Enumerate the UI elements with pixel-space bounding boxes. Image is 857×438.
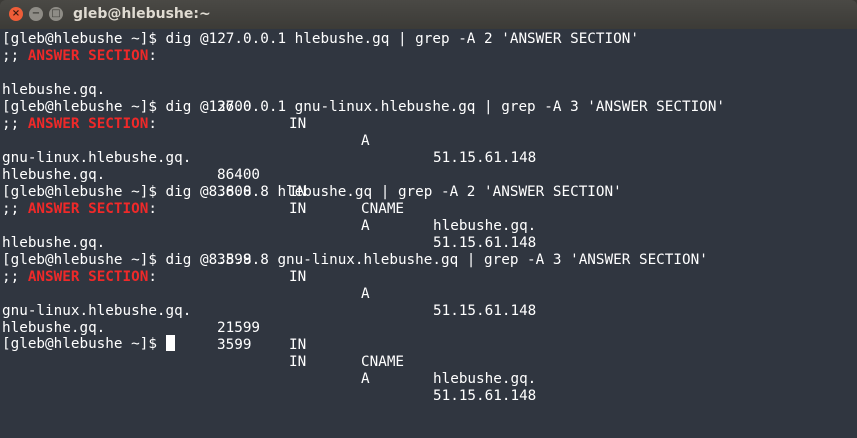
record-value: 51.15.61.148 (433, 303, 537, 319)
dns-record: hlebushe.gq. 3599 IN A 51.15.61.148 (2, 218, 536, 319)
comment-prefix: ;; (2, 48, 28, 64)
prompt: [gleb@hlebushe ~]$ (2, 31, 157, 47)
comment-prefix: ;; (2, 201, 28, 217)
dns-record: hlebushe.gq. 3600 IN A 51.15.61.148 (2, 65, 536, 166)
command-line: [gleb@hlebushe ~]$ dig @8.8.8.8 gnu-linu… (2, 252, 708, 269)
maximize-icon[interactable]: □ (49, 7, 63, 21)
title-bar[interactable]: × − □ gleb@hlebushe:~ (0, 0, 857, 29)
record-type: A (361, 133, 370, 149)
section-colon: : (148, 201, 157, 217)
dns-record: hlebushe.gq. 3600 IN A 51.15.61.148 (2, 150, 536, 251)
record-class: IN (289, 337, 307, 353)
close-icon[interactable]: × (9, 7, 23, 21)
dns-record: hlebushe.gq. 3599 IN A 51.15.61.148 (2, 303, 536, 404)
command-line: [gleb@hlebushe ~]$ dig @127.0.0.1 gnu-li… (2, 99, 725, 116)
record-class: IN (289, 354, 307, 370)
record-ttl: 3599 (217, 337, 252, 353)
section-header: ;; ANSWER SECTION: (2, 201, 157, 218)
command: dig @8.8.8.8 hlebushe.gq | grep -A 2 'AN… (165, 184, 622, 200)
comment-prefix: ;; (2, 116, 28, 132)
prompt: [gleb@hlebushe ~]$ (2, 336, 157, 352)
record-type: A (361, 286, 370, 302)
command-line: [gleb@hlebushe ~]$ dig @127.0.0.1 hlebus… (2, 31, 639, 48)
minimize-icon[interactable]: − (29, 7, 43, 21)
prompt: [gleb@hlebushe ~]$ (2, 184, 157, 200)
record-name: hlebushe.gq. (2, 167, 106, 183)
prompt: [gleb@hlebushe ~]$ (2, 252, 157, 268)
record-type: A (361, 371, 370, 387)
terminal-window: × − □ gleb@hlebushe:~ [gleb@hlebushe ~]$… (0, 0, 857, 438)
prompt: [gleb@hlebushe ~]$ (2, 99, 157, 115)
section-header: ;; ANSWER SECTION: (2, 48, 157, 65)
record-class: IN (289, 201, 307, 217)
record-ttl: 21599 (217, 320, 261, 336)
section-colon: : (148, 116, 157, 132)
record-type: CNAME (361, 354, 405, 370)
comment-prefix: ;; (2, 269, 28, 285)
section-header: ;; ANSWER SECTION: (2, 116, 157, 133)
answer-section-label: ANSWER SECTION (27, 201, 149, 217)
answer-section-label: ANSWER SECTION (27, 116, 149, 132)
record-value: hlebushe.gq. (433, 371, 537, 387)
section-colon: : (148, 269, 157, 285)
record-class: IN (289, 269, 307, 285)
record-name: hlebushe.gq. (2, 235, 106, 251)
answer-section-label: ANSWER SECTION (27, 269, 149, 285)
command: dig @8.8.8.8 gnu-linux.hlebushe.gq | gre… (165, 252, 708, 268)
section-colon: : (148, 48, 157, 64)
terminal-output[interactable]: [gleb@hlebushe ~]$ dig @127.0.0.1 hlebus… (0, 29, 857, 438)
record-type: CNAME (361, 201, 405, 217)
record-value: 51.15.61.148 (433, 235, 537, 251)
answer-section-label: ANSWER SECTION (27, 48, 149, 64)
active-prompt-line[interactable]: [gleb@hlebushe ~]$ (2, 335, 175, 352)
record-value: hlebushe.gq. (433, 218, 537, 234)
text-cursor (165, 335, 175, 351)
dns-record: gnu-linux.hlebushe.gq. 21599 IN CNAME hl… (2, 286, 536, 387)
record-class: IN (289, 116, 307, 132)
command: dig @127.0.0.1 hlebushe.gq | grep -A 2 '… (165, 31, 639, 47)
command-line: [gleb@hlebushe ~]$ dig @8.8.8.8 hlebushe… (2, 184, 622, 201)
window-title: gleb@hlebushe:~ (73, 6, 211, 22)
dns-record: gnu-linux.hlebushe.gq. 86400 IN CNAME hl… (2, 133, 536, 234)
record-value: 51.15.61.148 (433, 150, 537, 166)
section-header: ;; ANSWER SECTION: (2, 269, 157, 286)
record-name: hlebushe.gq. (2, 82, 106, 98)
command: dig @127.0.0.1 gnu-linux.hlebushe.gq | g… (165, 99, 726, 115)
record-value: 51.15.61.148 (433, 388, 537, 404)
record-type: A (361, 218, 370, 234)
record-ttl: 86400 (217, 167, 261, 183)
